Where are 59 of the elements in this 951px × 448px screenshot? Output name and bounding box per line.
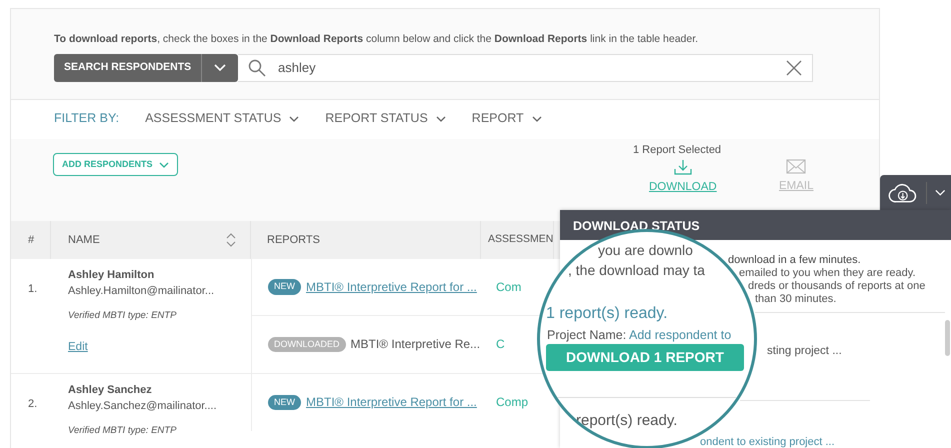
caret-icon xyxy=(934,189,945,197)
status-text: download in a few minutes. xyxy=(728,253,861,268)
column-header: REPORTS xyxy=(267,232,320,248)
assessment-status: Com xyxy=(495,278,522,296)
assessment-status: C xyxy=(495,336,505,354)
row-number: 2. xyxy=(27,396,38,412)
status-text: than 30 minutes. xyxy=(755,292,836,307)
project-label: Project Name: xyxy=(547,328,628,342)
envelope-icon xyxy=(786,158,806,174)
column-header: # xyxy=(28,232,34,248)
sort-icon[interactable] xyxy=(226,232,236,247)
report-title: MBTI® Interpretive Re... xyxy=(350,336,480,354)
assessment-status: Comp xyxy=(495,394,528,412)
column-header: ASSESSMEN xyxy=(488,232,554,247)
filter-dropdown[interactable]: REPORT xyxy=(472,108,542,129)
cloud-download-icon xyxy=(888,181,918,205)
verified-type: Verified MBTI type: ENTP xyxy=(68,424,178,438)
ready-message: report(s) ready. xyxy=(576,411,678,431)
filter-dropdown[interactable]: ASSESSMENT STATUS xyxy=(145,108,300,129)
close-icon[interactable] xyxy=(786,60,802,76)
status-text: dreds or thousands of reports at one xyxy=(748,279,926,294)
edit-link[interactable]: Edit xyxy=(68,339,88,356)
status-text: ondent to existing project ... xyxy=(700,435,835,448)
search-box[interactable]: ashley xyxy=(238,54,813,82)
filter-label: FILTER BY: xyxy=(54,110,120,127)
status-text: emailed to you when they are ready. xyxy=(739,266,916,281)
status-badge: NEW xyxy=(268,279,301,294)
caret-icon xyxy=(214,64,226,72)
caret-icon xyxy=(436,116,446,122)
magnified-text: , the download may ta xyxy=(568,261,705,280)
magnified-text: you are downlo xyxy=(598,241,693,260)
project-name: Add respondent to xyxy=(628,328,732,342)
status-text: sting project ... xyxy=(767,344,842,359)
download-status-toggle[interactable] xyxy=(880,175,951,211)
selection-count: 1 Report Selected xyxy=(633,142,722,158)
row-number: 1. xyxy=(27,282,38,297)
status-badge: DOWNLOADED xyxy=(268,336,346,352)
status-badge: NEW xyxy=(268,394,301,410)
verified-type: Verified MBTI type: ENTP xyxy=(68,308,178,323)
search-field[interactable]: ashley xyxy=(276,57,776,78)
panel-title: DOWNLOAD STATUS xyxy=(560,210,951,240)
respondent-name: Ashley Hamilton xyxy=(68,268,156,283)
search-mode-button[interactable]: SEARCH RESPONDENTS xyxy=(54,54,201,82)
search-mode-dropdown[interactable] xyxy=(201,54,238,82)
filter-dropdown[interactable]: REPORT STATUS xyxy=(325,108,446,129)
respondent-email: Ashley.Hamilton@mailinator... xyxy=(68,284,216,300)
instruction-text: To download reports, check the boxes in the Download Reports column below and click the Download Reports link in the table header. xyxy=(53,32,700,47)
search-icon xyxy=(248,58,266,77)
ready-message: 1 report(s) ready. xyxy=(546,304,668,324)
caret-icon xyxy=(289,116,300,122)
scrollbar-thumb[interactable] xyxy=(945,320,950,356)
respondent-name: Ashley Sanchez xyxy=(68,382,153,398)
download-icon xyxy=(674,158,692,175)
caret-icon xyxy=(532,116,542,122)
caret-icon xyxy=(158,162,169,168)
respondent-email: Ashley.Sanchez@mailinator.... xyxy=(68,399,218,414)
report-link[interactable]: MBTI® Interpretive Report for ... xyxy=(306,278,477,296)
column-header[interactable]: NAME xyxy=(68,232,100,248)
report-link[interactable]: MBTI® Interpretive Report for ... xyxy=(306,393,477,412)
